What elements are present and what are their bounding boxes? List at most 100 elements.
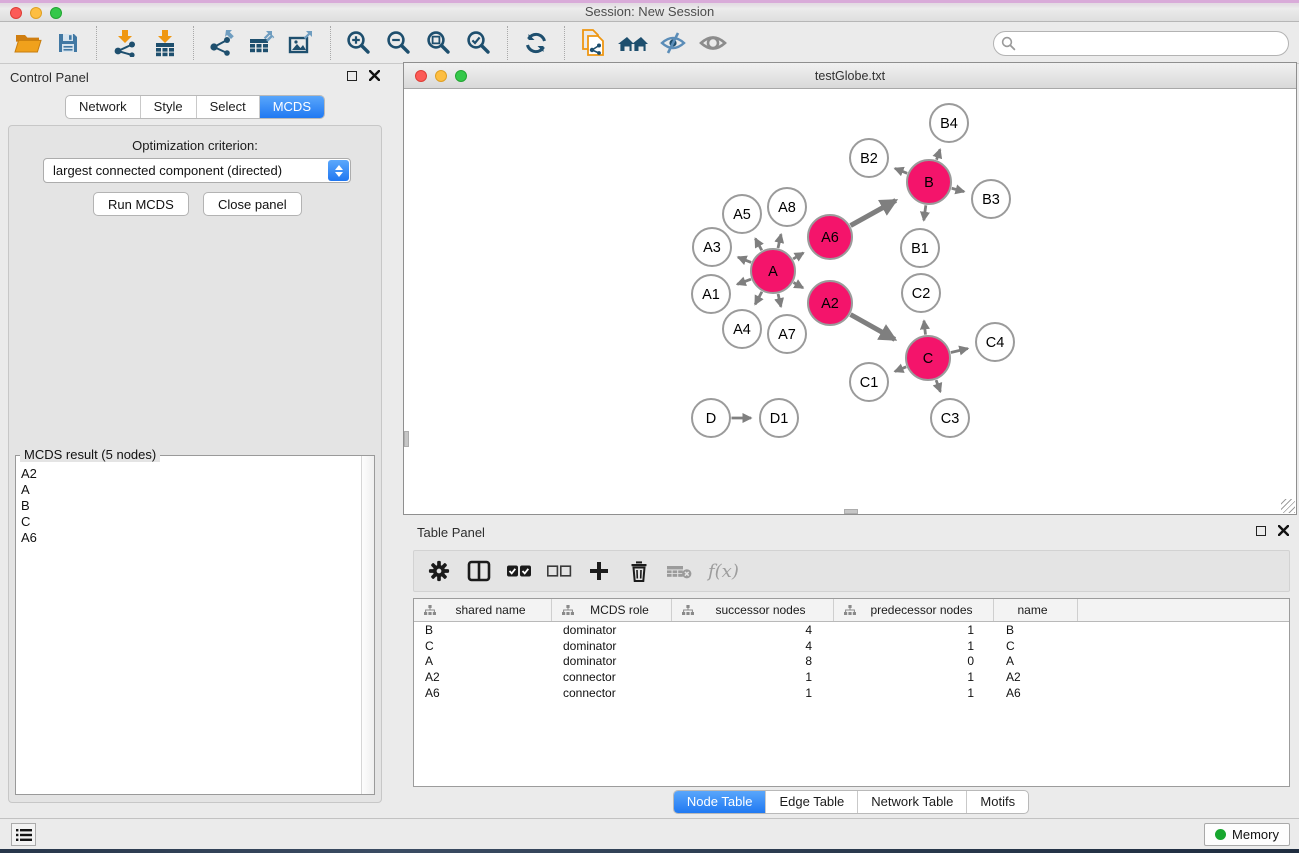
result-item[interactable]: A2	[21, 466, 361, 482]
table-tab-motifs[interactable]: Motifs	[966, 791, 1028, 813]
network-canvas[interactable]: B4 B2 B B3 A8A5 A6 A3 B1 A C2 A1 A2 A4A7 C4 C C1 C3 D D1	[404, 89, 1296, 514]
tab-style[interactable]: Style	[140, 96, 196, 118]
graph-node-C4[interactable]: C4	[976, 323, 1014, 361]
window-resize-grip[interactable]	[1281, 499, 1295, 513]
add-column-icon[interactable]	[586, 556, 612, 586]
graph-edge-A-A1[interactable]	[737, 279, 751, 284]
graph-node-A1[interactable]: A1	[692, 275, 730, 313]
tab-mcds[interactable]: MCDS	[259, 96, 324, 118]
graph-edge-B-B1[interactable]	[924, 205, 926, 220]
zoom-selected-icon[interactable]	[459, 26, 499, 60]
table-tab-edge-table[interactable]: Edge Table	[765, 791, 857, 813]
column-header-successor-nodes[interactable]: successor nodes	[672, 599, 834, 621]
graph-node-B1[interactable]: B1	[901, 229, 939, 267]
function-builder-button[interactable]: f(x)	[706, 556, 739, 586]
graph-node-C2[interactable]: C2	[902, 274, 940, 312]
network-graph[interactable]: B4 B2 B B3 A8A5 A6 A3 B1 A C2 A1 A2 A4A7 C4 C C1 C3 D D1	[404, 89, 1296, 514]
graph-node-A3[interactable]: A3	[693, 228, 731, 266]
deselect-all-icon[interactable]	[546, 556, 572, 586]
delete-column-trash-icon[interactable]	[626, 556, 652, 586]
table-row[interactable]: Bdominator41B	[414, 622, 1289, 638]
graph-node-B4[interactable]: B4	[930, 104, 968, 142]
run-mcds-button[interactable]: Run MCDS	[93, 192, 189, 216]
graph-node-B2[interactable]: B2	[850, 139, 888, 177]
canvas-vscroll-thumb[interactable]	[404, 431, 409, 447]
graph-edge-B-B3[interactable]	[952, 188, 964, 191]
table-row[interactable]: Adominator80A	[414, 654, 1289, 670]
tab-select[interactable]: Select	[196, 96, 259, 118]
graph-node-A8[interactable]: A8	[768, 188, 806, 226]
column-header-predecessor-nodes[interactable]: predecessor nodes	[834, 599, 994, 621]
column-header-mcds-role[interactable]: MCDS role	[552, 599, 672, 621]
graph-node-C[interactable]: C	[906, 336, 950, 380]
graph-edge-C-C1[interactable]	[895, 367, 906, 372]
select-all-icon[interactable]	[506, 556, 532, 586]
zoom-in-icon[interactable]	[339, 26, 379, 60]
graph-edge-A-A2[interactable]	[793, 283, 803, 288]
canvas-hscroll-thumb[interactable]	[844, 509, 858, 514]
graph-edge-B-B2[interactable]	[895, 168, 907, 173]
graph-edge-C-C4[interactable]	[951, 348, 968, 352]
graph-node-B3[interactable]: B3	[972, 180, 1010, 218]
result-item[interactable]: A6	[21, 530, 361, 546]
graph-edge-A6-B[interactable]	[851, 200, 896, 225]
export-network-icon[interactable]	[202, 26, 242, 60]
table-row[interactable]: Cdominator41C	[414, 638, 1289, 654]
tab-network[interactable]: Network	[66, 96, 140, 118]
graph-node-A[interactable]: A	[751, 249, 795, 293]
close-panel-icon[interactable]	[369, 70, 380, 81]
graph-node-D1[interactable]: D1	[760, 399, 798, 437]
network-window-titlebar[interactable]: testGlobe.txt	[404, 63, 1296, 89]
graph-edge-A-A3[interactable]	[738, 257, 751, 262]
result-item[interactable]: B	[21, 498, 361, 514]
graph-edge-B-B4[interactable]	[937, 149, 940, 159]
show-graphics-details-icon[interactable]	[693, 26, 733, 60]
close-panel-button[interactable]: Close panel	[203, 192, 302, 216]
result-item[interactable]: A	[21, 482, 361, 498]
table-row[interactable]: A2connector11A2	[414, 669, 1289, 685]
zoom-out-icon[interactable]	[379, 26, 419, 60]
home-icon[interactable]	[613, 26, 653, 60]
table-row[interactable]: A6connector11A6	[414, 685, 1289, 701]
table-tab-node-table[interactable]: Node Table	[674, 791, 766, 813]
hide-panels-icon[interactable]	[653, 26, 693, 60]
graph-edge-A-A6[interactable]	[793, 253, 803, 259]
result-list-scrollbar[interactable]	[361, 456, 374, 794]
graph-edge-C-C3[interactable]	[936, 380, 940, 392]
refresh-icon[interactable]	[516, 26, 556, 60]
search-input[interactable]	[993, 31, 1289, 56]
float-table-panel-icon[interactable]	[1256, 526, 1266, 536]
graph-node-A4[interactable]: A4	[723, 310, 761, 348]
settings-gear-icon[interactable]	[426, 556, 452, 586]
import-network-icon[interactable]	[105, 26, 145, 60]
new-network-from-file-icon[interactable]	[573, 26, 613, 60]
graph-edge-A-A7[interactable]	[778, 294, 781, 307]
task-history-button[interactable]	[11, 823, 36, 846]
delete-table-icon[interactable]	[666, 556, 692, 586]
graph-node-A7[interactable]: A7	[768, 315, 806, 353]
graph-node-C1[interactable]: C1	[850, 363, 888, 401]
graph-edge-A-A8[interactable]	[778, 234, 781, 248]
criterion-dropdown[interactable]: largest connected component (directed)	[43, 158, 351, 183]
open-session-icon[interactable]	[8, 26, 48, 60]
graph-node-D[interactable]: D	[692, 399, 730, 437]
export-image-icon[interactable]	[282, 26, 322, 60]
graph-node-A6[interactable]: A6	[808, 215, 852, 259]
graph-node-C3[interactable]: C3	[931, 399, 969, 437]
graph-edge-A-A4[interactable]	[755, 292, 762, 305]
column-header-shared-name[interactable]: shared name	[414, 599, 552, 621]
float-panel-icon[interactable]	[347, 71, 357, 81]
close-table-panel-icon[interactable]	[1278, 525, 1289, 536]
import-table-icon[interactable]	[145, 26, 185, 60]
graph-node-A2[interactable]: A2	[808, 281, 852, 325]
save-session-icon[interactable]	[48, 26, 88, 60]
column-header-name[interactable]: name	[994, 599, 1078, 621]
graph-node-A5[interactable]: A5	[723, 195, 761, 233]
column-chooser-icon[interactable]	[466, 556, 492, 586]
result-item[interactable]: C	[21, 514, 361, 530]
graph-node-B[interactable]: B	[907, 160, 951, 204]
zoom-fit-icon[interactable]	[419, 26, 459, 60]
table-tab-network-table[interactable]: Network Table	[857, 791, 966, 813]
graph-edge-C-C2[interactable]	[924, 321, 925, 335]
memory-button[interactable]: Memory	[1204, 823, 1290, 846]
